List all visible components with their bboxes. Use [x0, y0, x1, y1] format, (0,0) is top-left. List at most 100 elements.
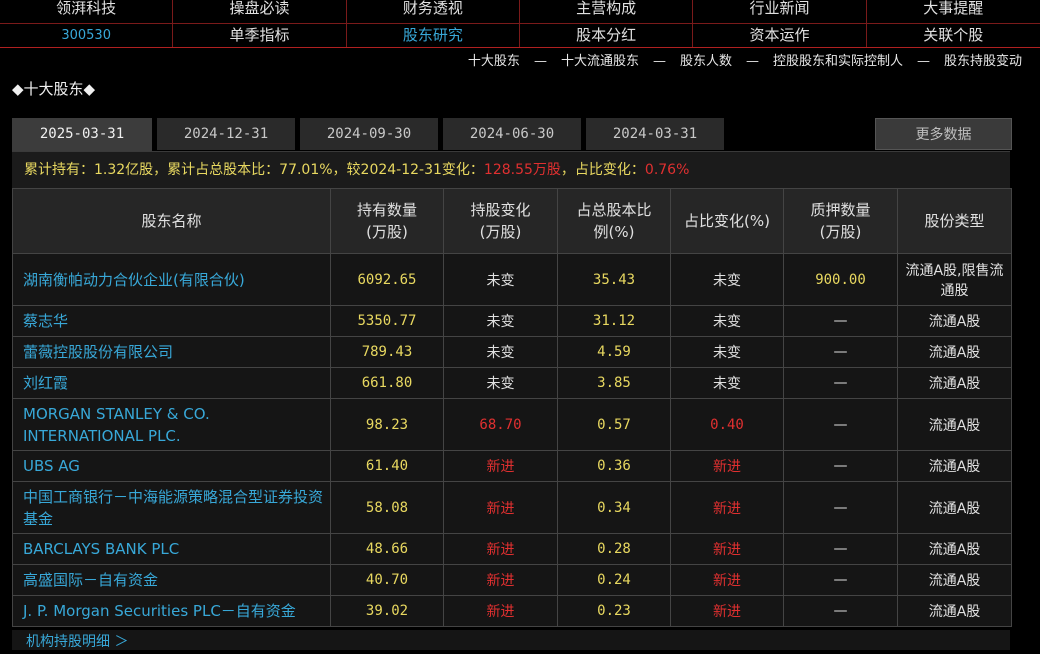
date-tabs: 2025-03-31 2024-12-31 2024-09-30 2024-06… — [12, 118, 1012, 151]
tab-2024-12-31[interactable]: 2024-12-31 — [157, 118, 295, 150]
table-row: 湖南衡帕动力合伙企业(有限合伙) 6092.65 未变 35.43 未变 900.00 流通… — [12, 253, 1012, 306]
col-pledge: 质押数量 (万股) — [783, 188, 898, 254]
nav-row-2: 300530 单季指标 股东研究 股本分红 资本运作 关联个股 — [0, 23, 1040, 48]
nav-item-shareholders[interactable]: 股东研究 — [347, 24, 520, 47]
share-type: 流通A股 — [897, 336, 1012, 368]
col-change: 持股变化 (万股) — [443, 188, 558, 254]
holding-percent: 4.59 — [557, 336, 671, 368]
share-type: 流通A股 — [897, 305, 1012, 337]
section-title: ◆十大股东◆ — [12, 80, 96, 98]
holding-change: 新进 — [443, 595, 558, 627]
table-row: BARCLAYS BANK PLC 48.66 新进 0.28 新进 — 流通A股 — [12, 533, 1012, 565]
holding-quantity: 5350.77 — [330, 305, 444, 337]
separator: — — [533, 54, 547, 69]
nav-item-quarterly[interactable]: 单季指标 — [173, 24, 347, 47]
holding-change: 未变 — [443, 367, 558, 399]
pledge-quantity: — — [783, 533, 898, 565]
tab-2025-03-31[interactable]: 2025-03-31 — [12, 118, 152, 151]
more-data-button[interactable]: 更多数据 — [875, 118, 1012, 150]
tab-2024-03-31[interactable]: 2024-03-31 — [586, 118, 724, 150]
holding-quantity: 98.23 — [330, 398, 444, 451]
table-row: 蔡志华 5350.77 未变 31.12 未变 — 流通A股 — [12, 305, 1012, 337]
col-percent: 占总股本比 例(%) — [557, 188, 671, 254]
nav-item-business[interactable]: 主营构成 — [520, 0, 694, 23]
holder-name-link[interactable]: 高盛国际－自有资金 — [12, 564, 331, 596]
pledge-quantity: — — [783, 450, 898, 482]
holder-name-link[interactable]: 刘红霞 — [12, 367, 331, 399]
holding-change: 未变 — [443, 336, 558, 368]
holding-percent: 35.43 — [557, 253, 671, 306]
sublink-top10-float[interactable]: 十大流通股东 — [561, 54, 639, 69]
pledge-quantity: — — [783, 595, 898, 627]
holder-name-link[interactable]: 蕾薇控股股份有限公司 — [12, 336, 331, 368]
separator: — — [916, 54, 930, 69]
share-type: 流通A股,限售流通股 — [897, 253, 1012, 306]
pledge-quantity: — — [783, 336, 898, 368]
percent-change: 新进 — [670, 595, 784, 627]
holding-quantity: 40.70 — [330, 564, 444, 596]
table-row: MORGAN STANLEY & CO. INTERNATIONAL PLC. 9… — [12, 398, 1012, 451]
sublink-top10[interactable]: 十大股东 — [468, 54, 520, 69]
holder-name-link[interactable]: 中国工商银行－中海能源策略混合型证券投资基金 — [12, 481, 331, 534]
percent-change: 新进 — [670, 481, 784, 534]
col-holder-name: 股东名称 — [12, 188, 331, 254]
nav-item-dividends[interactable]: 股本分红 — [520, 24, 694, 47]
nav-stock-code[interactable]: 300530 — [0, 24, 174, 47]
percent-change: 未变 — [670, 367, 784, 399]
sublink-holding-changes[interactable]: 股东持股变动 — [944, 54, 1022, 69]
nav-item-financial[interactable]: 财务透视 — [347, 0, 520, 23]
share-type: 流通A股 — [897, 398, 1012, 451]
percent-change: 新进 — [670, 450, 784, 482]
holding-quantity: 789.43 — [330, 336, 444, 368]
table-row: 刘红霞 661.80 未变 3.85 未变 — 流通A股 — [12, 367, 1012, 399]
col-share-type: 股份类型 — [897, 188, 1012, 254]
table-row: 蕾薇控股股份有限公司 789.43 未变 4.59 未变 — 流通A股 — [12, 336, 1012, 368]
nav-company-name[interactable]: 领湃科技 — [0, 0, 174, 23]
holder-name-link[interactable]: 湖南衡帕动力合伙企业(有限合伙) — [12, 253, 331, 306]
percent-change: 0.40 — [670, 398, 784, 451]
holding-percent: 31.12 — [557, 305, 671, 337]
holding-change: 未变 — [443, 253, 558, 306]
share-type: 流通A股 — [897, 367, 1012, 399]
holding-summary: 累计持有：1.32亿股，累计占总股本比：77.01%，较2024-12-31变化… — [12, 151, 1010, 188]
pledge-quantity: — — [783, 564, 898, 596]
nav-item-related[interactable]: 关联个股 — [867, 24, 1040, 47]
holding-quantity: 6092.65 — [330, 253, 444, 306]
holding-percent: 0.36 — [557, 450, 671, 482]
percent-change: 新进 — [670, 533, 784, 565]
nav-item-operating-guide[interactable]: 操盘必读 — [173, 0, 347, 23]
pledge-quantity: 900.00 — [783, 253, 898, 306]
share-type: 流通A股 — [897, 450, 1012, 482]
nav-item-industry-news[interactable]: 行业新闻 — [693, 0, 867, 23]
col-percent-change: 占比变化(%) — [670, 188, 784, 254]
nav-row-1: 领湃科技 操盘必读 财务透视 主营构成 行业新闻 大事提醒 — [0, 0, 1040, 23]
holder-name-link[interactable]: MORGAN STANLEY & CO. INTERNATIONAL PLC. — [12, 398, 331, 451]
holding-quantity: 48.66 — [330, 533, 444, 565]
tab-2024-09-30[interactable]: 2024-09-30 — [300, 118, 438, 150]
share-type: 流通A股 — [897, 564, 1012, 596]
holding-percent: 3.85 — [557, 367, 671, 399]
nav-item-capital[interactable]: 资本运作 — [693, 24, 867, 47]
summary-text-2: ，占比变化： — [560, 162, 645, 178]
nav-item-events[interactable]: 大事提醒 — [867, 0, 1040, 23]
holding-change: 新进 — [443, 533, 558, 565]
summary-ratio-change: 0.76% — [644, 162, 690, 178]
share-type: 流通A股 — [897, 481, 1012, 534]
share-type: 流通A股 — [897, 595, 1012, 627]
table-row: UBS AG 61.40 新进 0.36 新进 — 流通A股 — [12, 450, 1012, 482]
sublink-holder-count[interactable]: 股东人数 — [680, 54, 732, 69]
table-row: 高盛国际－自有资金 40.70 新进 0.24 新进 — 流通A股 — [12, 564, 1012, 596]
institution-detail-link[interactable]: 机构持股明细 ＞ — [12, 630, 1010, 650]
pledge-quantity: — — [783, 305, 898, 337]
holding-percent: 0.28 — [557, 533, 671, 565]
separator: — — [652, 54, 666, 69]
holder-name-link[interactable]: 蔡志华 — [12, 305, 331, 337]
holding-change: 未变 — [443, 305, 558, 337]
sublink-controller[interactable]: 控股股东和实际控制人 — [773, 54, 903, 69]
holder-name-link[interactable]: J. P. Morgan Securities PLC－自有资金 — [12, 595, 331, 627]
holder-name-link[interactable]: BARCLAYS BANK PLC — [12, 533, 331, 565]
summary-change: 128.55万股 — [483, 162, 561, 178]
tab-2024-06-30[interactable]: 2024-06-30 — [443, 118, 581, 150]
holding-percent: 0.24 — [557, 564, 671, 596]
holder-name-link[interactable]: UBS AG — [12, 450, 331, 482]
